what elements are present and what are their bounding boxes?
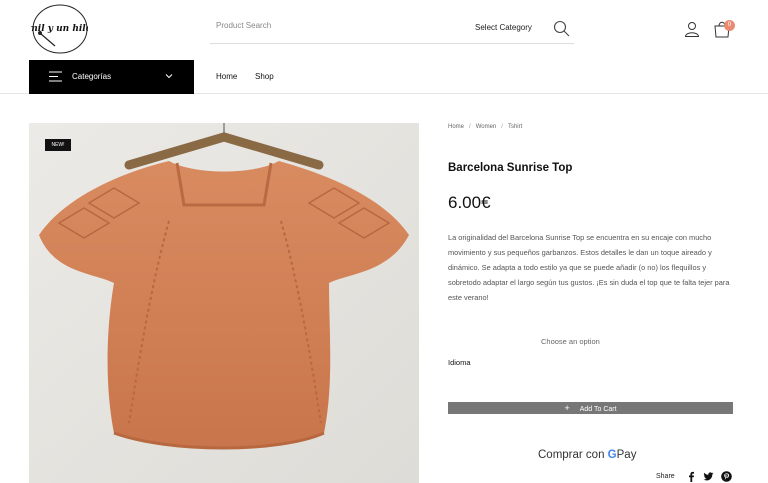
- pinterest-icon[interactable]: [721, 471, 732, 482]
- breadcrumb-separator: /: [469, 124, 471, 130]
- sweater-photo: [29, 123, 419, 483]
- search-input[interactable]: [216, 21, 436, 30]
- main-nav: Categorías Home Shop: [0, 58, 768, 94]
- breadcrumb-separator: /: [501, 124, 503, 130]
- product-description: La originalidad del Barcelona Sunrise To…: [448, 233, 730, 302]
- breadcrumb-tshirt[interactable]: Tshirt: [508, 124, 522, 130]
- plus-icon: +: [564, 403, 570, 413]
- top-header: mil y un hilo Select Category 0: [0, 0, 768, 58]
- breadcrumb-women[interactable]: Women: [476, 124, 497, 130]
- menu-icon: [49, 71, 62, 82]
- add-to-cart-button[interactable]: + Add To Cart: [448, 402, 733, 414]
- product-title: Barcelona Sunrise Top: [448, 162, 573, 174]
- add-to-cart-label: Add To Cart: [579, 406, 617, 413]
- product-image[interactable]: [29, 123, 419, 483]
- user-icon[interactable]: [684, 21, 700, 37]
- product-price: 6.00€: [448, 193, 491, 212]
- facebook-icon[interactable]: [686, 471, 697, 482]
- breadcrumb: Home / Women / Tshirt: [448, 124, 522, 130]
- nav-link-shop[interactable]: Shop: [255, 72, 274, 81]
- google-pay-button[interactable]: Comprar con GPay: [538, 449, 636, 461]
- categories-button[interactable]: Categorías: [29, 60, 194, 94]
- google-g-icon: G: [607, 449, 617, 461]
- twitter-icon[interactable]: [703, 471, 714, 482]
- logo-text: mil y un hilo: [31, 24, 88, 34]
- search-bar: Select Category: [210, 15, 574, 44]
- breadcrumb-home[interactable]: Home: [448, 124, 464, 130]
- chevron-down-icon: [165, 74, 173, 79]
- share-label: Share: [656, 473, 675, 480]
- option-label: Idioma: [448, 358, 471, 367]
- nav-link-home[interactable]: Home: [216, 72, 237, 81]
- new-badge: NEW!: [45, 139, 71, 151]
- gpay-prefix: Comprar con: [538, 449, 605, 461]
- option-select[interactable]: Choose an option: [541, 337, 600, 346]
- categories-label: Categorías: [72, 72, 112, 81]
- site-logo[interactable]: mil y un hilo: [31, 4, 88, 54]
- select-category-dropdown[interactable]: Select Category: [475, 23, 532, 32]
- search-icon[interactable]: [553, 20, 570, 37]
- gpay-suffix: Pay: [616, 449, 637, 461]
- cart-count-badge: 0: [724, 20, 735, 31]
